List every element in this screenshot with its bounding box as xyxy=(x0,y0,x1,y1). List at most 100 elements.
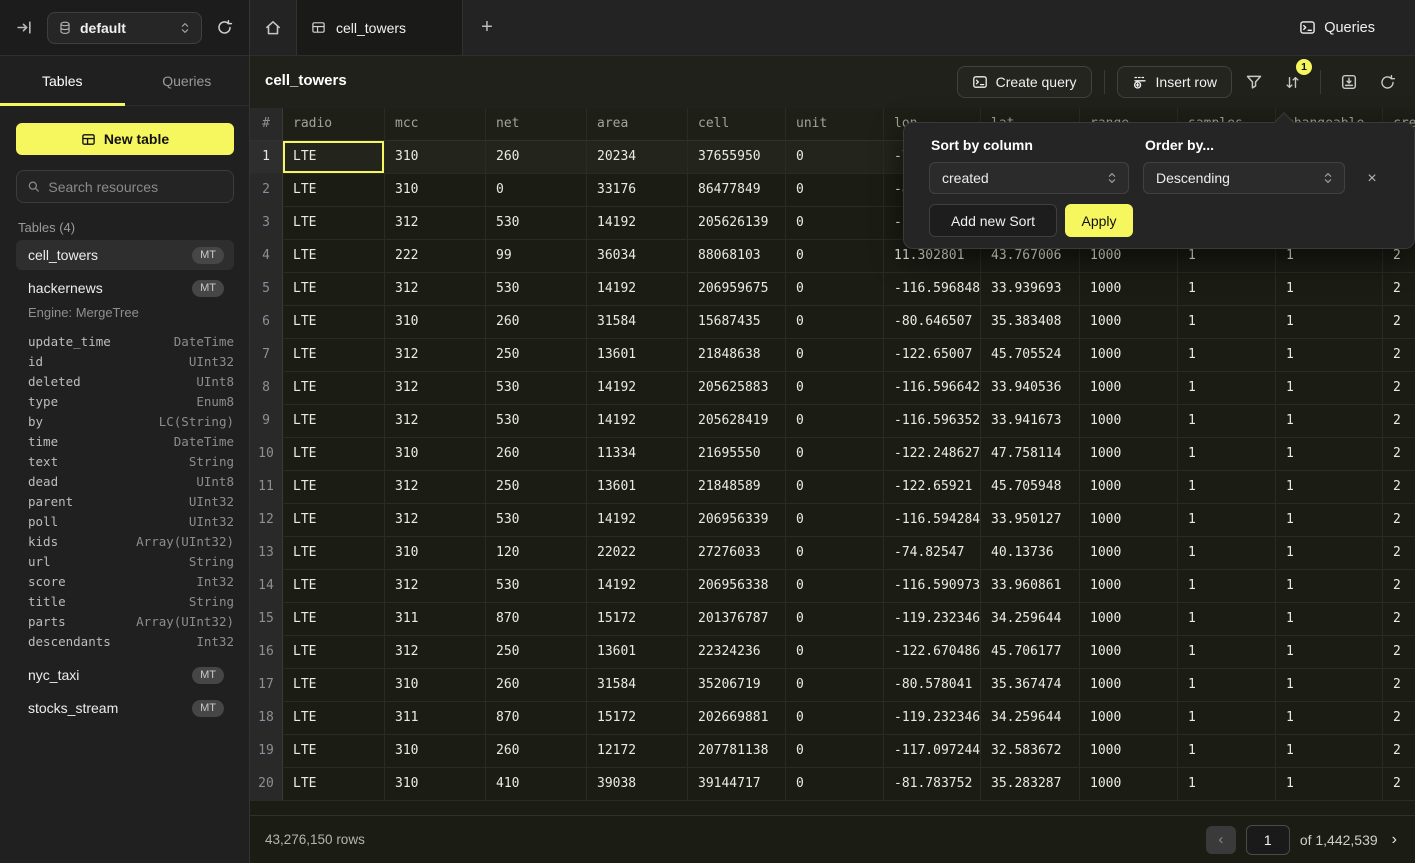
table-cell[interactable]: 206956338 xyxy=(688,570,786,603)
remove-sort-button[interactable]: × xyxy=(1360,167,1384,191)
table-cell[interactable]: 1000 xyxy=(1080,306,1178,339)
table-cell[interactable]: LTE xyxy=(283,306,385,339)
table-cell[interactable]: 15687435 xyxy=(688,306,786,339)
table-cell[interactable]: 11334 xyxy=(587,438,688,471)
table-cell[interactable]: 33.960861 xyxy=(981,570,1080,603)
home-button[interactable] xyxy=(250,0,296,55)
queries-button[interactable]: Queries xyxy=(1289,0,1415,55)
table-cell[interactable]: 45.706177 xyxy=(981,636,1080,669)
table-cell[interactable]: 31584 xyxy=(587,306,688,339)
table-cell[interactable]: 2 xyxy=(1383,735,1415,768)
table-cell[interactable]: 33.939693 xyxy=(981,273,1080,306)
table-cell[interactable]: 1000 xyxy=(1080,768,1178,801)
table-cell[interactable]: 1000 xyxy=(1080,636,1178,669)
table-cell[interactable]: 1 xyxy=(1276,702,1383,735)
table-cell[interactable]: 1000 xyxy=(1080,339,1178,372)
table-cell[interactable]: 33176 xyxy=(587,174,688,207)
table-cell[interactable]: 202669881 xyxy=(688,702,786,735)
column-header[interactable]: area xyxy=(587,108,688,141)
table-cell[interactable]: -119.232346 xyxy=(884,702,981,735)
table-cell[interactable]: 0 xyxy=(486,174,587,207)
table-cell[interactable]: 260 xyxy=(486,438,587,471)
table-cell[interactable]: 33.940536 xyxy=(981,372,1080,405)
table-cell[interactable]: 33.950127 xyxy=(981,504,1080,537)
table-cell[interactable]: 1 xyxy=(1276,339,1383,372)
table-cell[interactable]: 13601 xyxy=(587,471,688,504)
table-cell[interactable]: 1 xyxy=(1178,735,1276,768)
table-cell[interactable]: 206956339 xyxy=(688,504,786,537)
table-cell[interactable]: 99 xyxy=(486,240,587,273)
table-cell[interactable]: 1 xyxy=(1178,570,1276,603)
table-cell[interactable]: 312 xyxy=(385,207,486,240)
table-cell[interactable]: 1 xyxy=(1276,372,1383,405)
table-cell[interactable]: 1 xyxy=(1276,636,1383,669)
table-cell[interactable]: LTE xyxy=(283,768,385,801)
page-number-input[interactable] xyxy=(1246,825,1290,855)
column-header[interactable]: net xyxy=(486,108,587,141)
table-cell[interactable]: 88068103 xyxy=(688,240,786,273)
table-cell[interactable]: 20234 xyxy=(587,141,688,174)
table-cell[interactable]: 2 xyxy=(1383,339,1415,372)
table-cell[interactable]: 260 xyxy=(486,141,587,174)
column-header[interactable]: radio xyxy=(283,108,385,141)
table-cell[interactable]: 0 xyxy=(786,537,884,570)
table-cell[interactable]: 310 xyxy=(385,438,486,471)
table-cell[interactable]: 39038 xyxy=(587,768,688,801)
create-query-button[interactable]: Create query xyxy=(957,66,1092,98)
table-cell[interactable]: 312 xyxy=(385,372,486,405)
table-cell[interactable]: 1 xyxy=(1178,669,1276,702)
table-cell[interactable]: 2 xyxy=(1383,273,1415,306)
table-cell[interactable]: 14192 xyxy=(587,372,688,405)
table-cell[interactable]: -116.594284 xyxy=(884,504,981,537)
new-tab-button[interactable]: + xyxy=(463,0,511,55)
table-cell[interactable]: 1 xyxy=(1178,768,1276,801)
table-cell[interactable]: 1000 xyxy=(1080,735,1178,768)
table-cell[interactable]: -116.596352 xyxy=(884,405,981,438)
next-page-button[interactable]: › xyxy=(1388,831,1401,849)
table-cell[interactable]: 1 xyxy=(1178,504,1276,537)
table-cell[interactable]: 1000 xyxy=(1080,438,1178,471)
sidebar-item-cell-towers[interactable]: cell_towers MT xyxy=(16,240,234,270)
table-cell[interactable]: LTE xyxy=(283,141,385,174)
table-cell[interactable]: 2 xyxy=(1383,405,1415,438)
sort-column-select[interactable]: created xyxy=(929,162,1129,194)
table-cell[interactable]: 2 xyxy=(1383,504,1415,537)
table-cell[interactable]: 0 xyxy=(786,174,884,207)
table-cell[interactable]: LTE xyxy=(283,504,385,537)
sidebar-tab-queries[interactable]: Queries xyxy=(125,56,250,105)
sidebar-item-nyc-taxi[interactable]: nyc_taxi MT xyxy=(16,660,234,690)
insert-row-button[interactable]: Insert row xyxy=(1117,66,1232,98)
table-cell[interactable]: 35.283287 xyxy=(981,768,1080,801)
table-cell[interactable]: 260 xyxy=(486,735,587,768)
table-cell[interactable]: 32.583672 xyxy=(981,735,1080,768)
table-cell[interactable]: 0 xyxy=(786,141,884,174)
table-cell[interactable]: 530 xyxy=(486,405,587,438)
table-cell[interactable]: 0 xyxy=(786,570,884,603)
table-cell[interactable]: LTE xyxy=(283,471,385,504)
table-cell[interactable]: 1 xyxy=(1276,405,1383,438)
table-cell[interactable]: 120 xyxy=(486,537,587,570)
table-cell[interactable]: 14192 xyxy=(587,504,688,537)
table-cell[interactable]: 1 xyxy=(1178,405,1276,438)
table-cell[interactable]: 0 xyxy=(786,702,884,735)
table-cell[interactable]: 1000 xyxy=(1080,537,1178,570)
table-cell[interactable]: 205626139 xyxy=(688,207,786,240)
table-cell[interactable]: 1000 xyxy=(1080,405,1178,438)
table-cell[interactable]: 1000 xyxy=(1080,669,1178,702)
table-cell[interactable]: 86477849 xyxy=(688,174,786,207)
table-cell[interactable]: LTE xyxy=(283,702,385,735)
table-cell[interactable]: 14192 xyxy=(587,570,688,603)
table-cell[interactable]: 40.13736 xyxy=(981,537,1080,570)
table-cell[interactable]: 250 xyxy=(486,471,587,504)
table-cell[interactable]: 530 xyxy=(486,273,587,306)
table-cell[interactable]: 312 xyxy=(385,504,486,537)
table-cell[interactable]: 13601 xyxy=(587,636,688,669)
table-cell[interactable]: 1 xyxy=(1276,438,1383,471)
table-cell[interactable]: 13601 xyxy=(587,339,688,372)
table-cell[interactable]: 37655950 xyxy=(688,141,786,174)
table-cell[interactable]: 310 xyxy=(385,306,486,339)
table-cell[interactable]: 310 xyxy=(385,735,486,768)
sidebar-tab-tables[interactable]: Tables xyxy=(0,56,125,105)
collapse-sidebar-button[interactable] xyxy=(12,15,37,40)
table-cell[interactable]: -116.590973 xyxy=(884,570,981,603)
